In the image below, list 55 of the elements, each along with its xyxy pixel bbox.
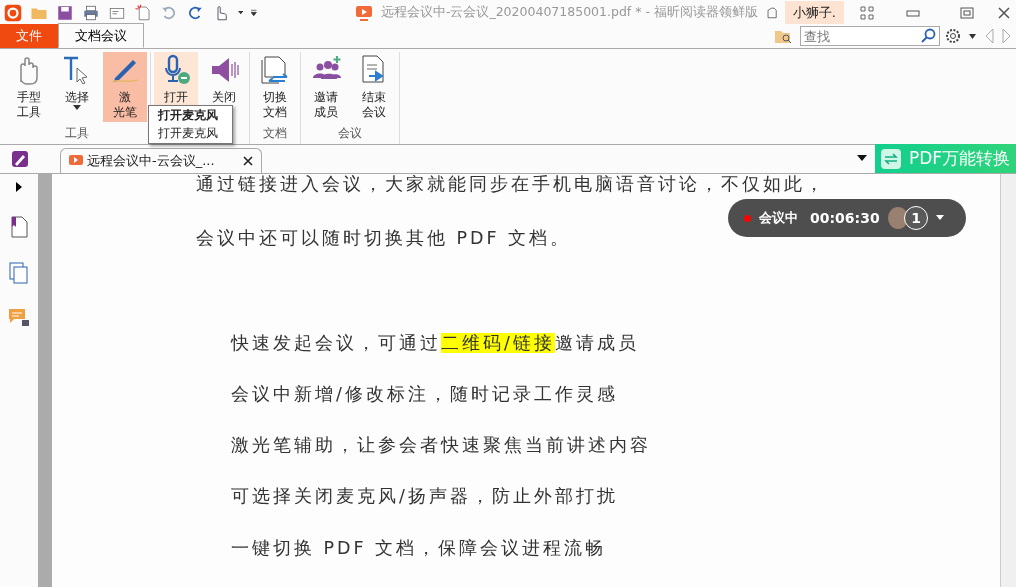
maximize-icon[interactable] [960,7,974,19]
ribbon-button[interactable]: 手型 工具 [7,52,51,122]
group-label: 会议 [338,126,362,140]
fullscreen-icon [860,6,874,20]
feature-line: 激光笔辅助，让参会者快速聚焦当前讲述内容 [231,434,652,457]
dropdown-caret-icon [856,155,867,162]
close-icon[interactable] [998,7,1012,19]
ribbon-button[interactable]: 选择 [55,52,99,122]
minimize-icon[interactable] [906,8,920,18]
user-name[interactable]: 小狮子. [784,0,844,25]
participant-count[interactable]: 1 [904,206,928,230]
document-tab[interactable]: 远程会议中-云会议_... [60,148,262,173]
meeting-status: 会议中 [759,209,798,228]
caret-icon [936,215,944,221]
app-logo-icon[interactable] [4,3,22,22]
new-document-icon[interactable] [134,3,152,22]
paragraph: 会议中还可以随时切换其他 PDF 文档。 [196,227,573,251]
ribbon-button[interactable]: 结束 会议 [352,52,396,122]
scrollbar[interactable] [1000,174,1016,587]
expand-arrow-icon [15,182,23,192]
next-icon [1002,28,1012,44]
pen-logo-icon [11,149,29,168]
swap-arrows-icon [880,148,901,169]
search-field[interactable]: 查找 [800,26,940,46]
feature-line: 一键切换 PDF 文档，保障会议进程流畅 [231,536,608,560]
settings-icon [945,28,961,44]
caret-icon [238,9,244,16]
avatar-icon [888,207,908,229]
group-label: 工具 [65,126,89,140]
close-icon[interactable] [242,156,253,166]
tooltip-text: 打开麦克风 [158,126,218,140]
previous-icon [984,28,994,44]
group-label: 文档 [263,126,287,140]
video-icon [354,4,373,21]
window-title: 远程会议中-云会议_20200407185001.pdf * - 福昕阅读器领鲜版 [380,3,758,22]
bookmark-page-icon [10,216,28,238]
pages-icon [9,262,29,284]
comment-icon [8,308,30,328]
meeting-timer: 00:06:30 [810,208,880,228]
customize-caret-icon [251,8,257,17]
recording-dot-icon [744,214,751,222]
paragraph: 通过链接进入会议，大家就能同步在手机电脑语音讨论，不仅如此， [196,173,827,196]
feature-line: 会议中新增/修改标注，随时记录工作灵感 [231,382,619,406]
ribbon-button[interactable]: 激 光笔 [103,52,147,122]
video-icon [69,154,83,168]
ribbon-button[interactable]: 切换 文档 [253,52,297,122]
save-icon[interactable] [56,3,74,22]
ribbon-tab[interactable]: 文件 [0,24,58,48]
caret-icon [969,33,976,39]
ribbon-tab[interactable]: 文档会议 [58,23,144,48]
feature-line: 可选择关闭麦克风/扬声器，防止外部打扰 [231,485,619,509]
print-icon[interactable] [82,3,100,22]
feature-line: 快速发起会议，可通过二维码/链接邀请成员 [231,331,640,355]
folder-search-icon [774,28,792,44]
ribbon-button[interactable]: 邀请 成员 [304,52,348,122]
